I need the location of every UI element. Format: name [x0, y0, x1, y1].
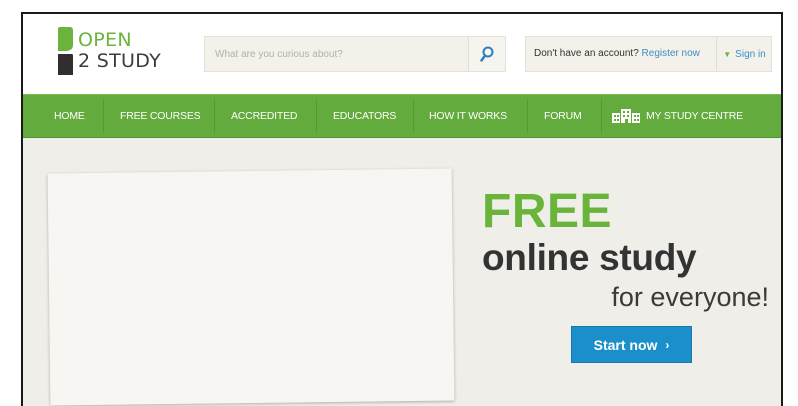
- sign-in-label: Sign in: [735, 48, 766, 60]
- nav-item-home[interactable]: HOME: [54, 95, 85, 137]
- nav-divider: [527, 99, 528, 133]
- nav-divider: [601, 99, 602, 133]
- browser-frame: OPEN 2 STUDY Don't have an account? Regi…: [21, 12, 783, 406]
- nav-item-label: FORUM: [544, 110, 582, 122]
- nav-item-educators[interactable]: EDUCATORS: [333, 95, 396, 137]
- search-input[interactable]: [205, 37, 467, 71]
- hero-headline: FREE: [482, 185, 613, 238]
- account-prompt: Don't have an account? Register now: [534, 48, 700, 59]
- register-link[interactable]: Register now: [642, 48, 700, 59]
- search-icon: [480, 46, 494, 62]
- nav-divider: [413, 99, 414, 133]
- chevron-down-icon: ▼: [723, 49, 732, 59]
- main-nav: HOME FREE COURSES ACCREDITED EDUCATORS H…: [23, 94, 781, 138]
- nav-item-accredited[interactable]: ACCREDITED: [231, 95, 297, 137]
- account-panel: Don't have an account? Register now ▼ Si…: [525, 36, 772, 72]
- nav-item-label: FREE COURSES: [120, 110, 201, 122]
- nav-item-label: HOW IT WORKS: [429, 110, 507, 122]
- start-now-button[interactable]: Start now ›: [571, 326, 692, 363]
- nav-item-my-study-centre[interactable]: MY STUDY CENTRE: [612, 95, 743, 137]
- nav-item-label: EDUCATORS: [333, 110, 397, 122]
- building-icon: [612, 109, 640, 123]
- logo-text: OPEN 2 STUDY: [78, 30, 161, 72]
- search-bar: [204, 36, 506, 72]
- nav-item-label: HOME: [54, 110, 85, 122]
- nav-divider: [103, 99, 104, 133]
- nav-item-free-courses[interactable]: FREE COURSES: [120, 95, 201, 137]
- sign-in-button[interactable]: ▼ Sign in: [716, 37, 772, 71]
- start-now-label: Start now: [593, 336, 658, 353]
- hero-tagline: for everyone!: [611, 282, 769, 312]
- chevron-right-icon: ›: [665, 337, 670, 352]
- hero-section: FREE online study for everyone! Start no…: [23, 138, 781, 406]
- logo-line-1: OPEN: [78, 29, 132, 51]
- nav-item-forum[interactable]: FORUM: [544, 95, 582, 137]
- nav-item-label: ACCREDITED: [231, 110, 298, 122]
- account-prompt-text: Don't have an account?: [534, 48, 639, 59]
- logo-mark-icon: [58, 27, 73, 75]
- nav-divider: [316, 99, 317, 133]
- logo-line-2: 2 STUDY: [78, 50, 161, 72]
- nav-item-label: MY STUDY CENTRE: [646, 110, 743, 122]
- open2study-logo[interactable]: OPEN 2 STUDY: [56, 27, 176, 79]
- search-button[interactable]: [468, 37, 505, 71]
- nav-divider: [214, 99, 215, 133]
- nav-item-how-it-works[interactable]: HOW IT WORKS: [429, 95, 507, 137]
- hero-subline: online study: [482, 237, 697, 278]
- site-header: OPEN 2 STUDY Don't have an account? Regi…: [23, 14, 781, 92]
- hero-image-placeholder: [47, 168, 455, 406]
